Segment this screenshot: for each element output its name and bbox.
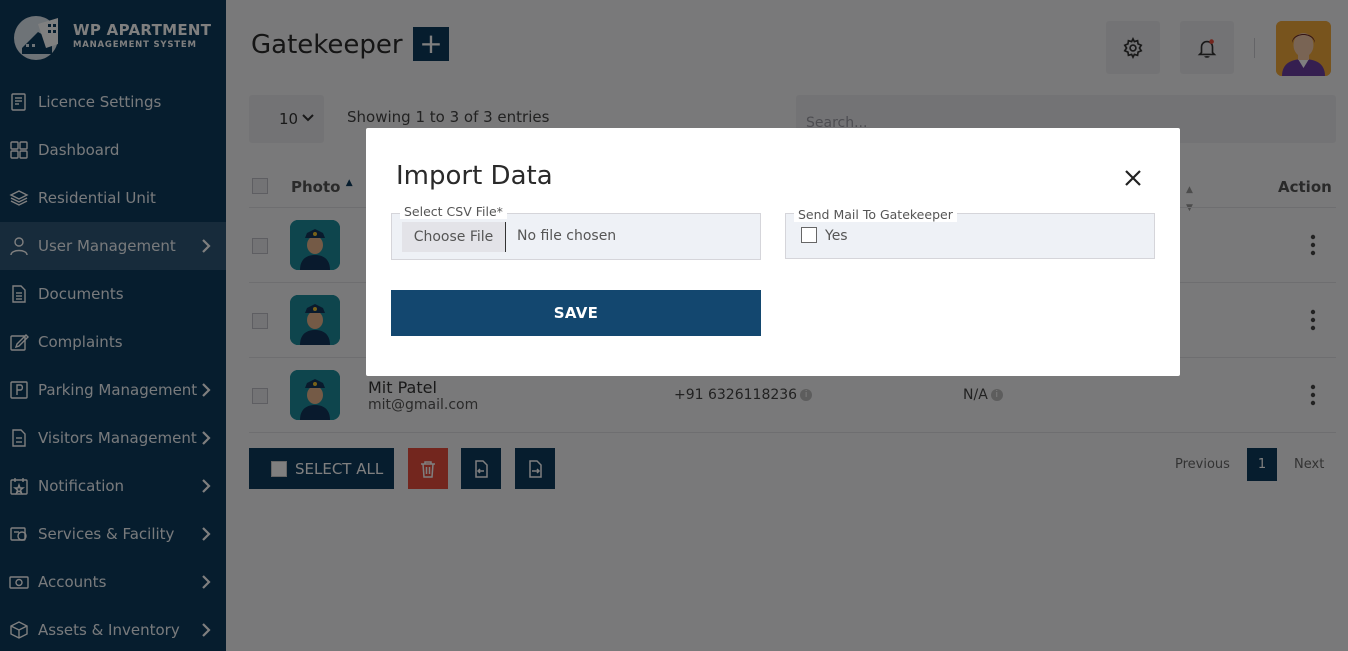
send-mail-option-label: Yes bbox=[825, 228, 848, 244]
import-data-modal: Import Data Select CSV File* Choose File… bbox=[366, 128, 1180, 376]
send-mail-label: Send Mail To Gatekeeper bbox=[794, 207, 957, 222]
csv-file-label: Select CSV File* bbox=[400, 204, 507, 219]
choose-file-button[interactable]: Choose File bbox=[402, 222, 506, 252]
send-mail-checkbox[interactable] bbox=[801, 227, 817, 243]
send-mail-field: Send Mail To Gatekeeper Yes bbox=[785, 207, 1155, 259]
close-icon[interactable] bbox=[1122, 167, 1144, 189]
file-status-text: No file chosen bbox=[517, 228, 617, 244]
csv-file-field: Select CSV File* Choose File No file cho… bbox=[391, 204, 761, 260]
modal-title: Import Data bbox=[396, 161, 553, 191]
save-button[interactable]: SAVE bbox=[391, 290, 761, 336]
